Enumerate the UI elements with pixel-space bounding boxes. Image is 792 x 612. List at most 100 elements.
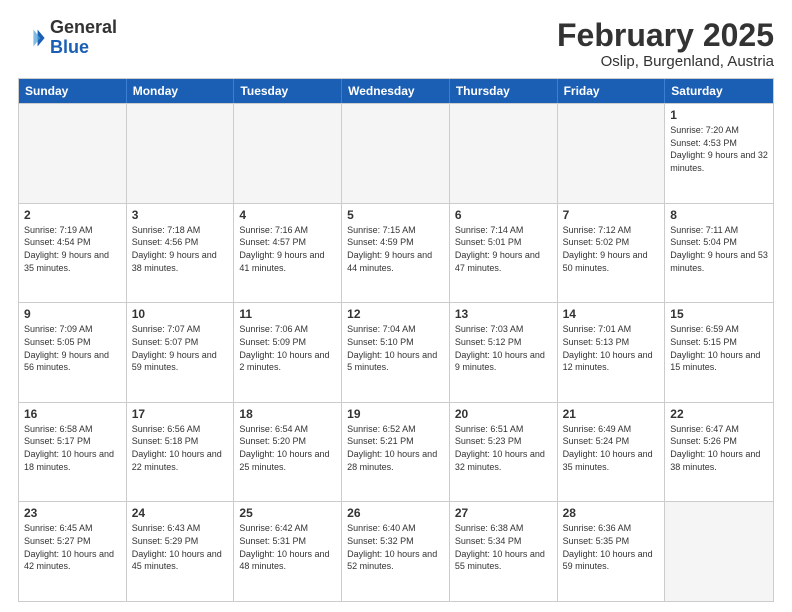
page: General Blue February 2025 Oslip, Burgen… <box>0 0 792 612</box>
day-number: 13 <box>455 307 552 321</box>
calendar-header: SundayMondayTuesdayWednesdayThursdayFrid… <box>19 79 773 103</box>
day-info: Sunrise: 7:12 AM Sunset: 5:02 PM Dayligh… <box>563 224 660 274</box>
day-number: 1 <box>670 108 768 122</box>
day-cell-17: 17 Sunrise: 6:56 AM Sunset: 5:18 PM Dayli… <box>127 403 235 502</box>
day-cell-20: 20 Sunrise: 6:51 AM Sunset: 5:23 PM Dayli… <box>450 403 558 502</box>
day-cell-1: 1Sunrise: 7:20 AM Sunset: 4:53 PM Daylig… <box>665 104 773 203</box>
day-info: Sunrise: 7:03 AM Sunset: 5:12 PM Dayligh… <box>455 323 552 373</box>
calendar-subtitle: Oslip, Burgenland, Austria <box>557 53 774 70</box>
empty-cell <box>665 502 773 601</box>
day-cell-9: 9 Sunrise: 7:09 AM Sunset: 5:05 PM Daylig… <box>19 303 127 402</box>
day-cell-14: 14Sunrise: 7:01 AM Sunset: 5:13 PM Dayli… <box>558 303 666 402</box>
day-info: Sunrise: 7:16 AM Sunset: 4:57 PM Dayligh… <box>239 224 336 274</box>
calendar: SundayMondayTuesdayWednesdayThursdayFrid… <box>18 78 774 602</box>
day-number: 2 <box>24 208 121 222</box>
week-row-2: 9 Sunrise: 7:09 AM Sunset: 5:05 PM Daylig… <box>19 302 773 402</box>
day-info: Sunrise: 7:15 AM Sunset: 4:59 PM Dayligh… <box>347 224 444 274</box>
day-cell-25: 25 Sunrise: 6:42 AM Sunset: 5:31 PM Dayli… <box>234 502 342 601</box>
day-info: Sunrise: 7:07 AM Sunset: 5:07 PM Dayligh… <box>132 323 229 373</box>
day-cell-18: 18 Sunrise: 6:54 AM Sunset: 5:20 PM Dayli… <box>234 403 342 502</box>
day-info: Sunrise: 6:51 AM Sunset: 5:23 PM Dayligh… <box>455 423 552 473</box>
day-info: Sunrise: 6:38 AM Sunset: 5:34 PM Dayligh… <box>455 522 552 572</box>
day-cell-12: 12 Sunrise: 7:04 AM Sunset: 5:10 PM Dayli… <box>342 303 450 402</box>
day-cell-23: 23 Sunrise: 6:45 AM Sunset: 5:27 PM Dayli… <box>19 502 127 601</box>
day-cell-13: 13 Sunrise: 7:03 AM Sunset: 5:12 PM Dayli… <box>450 303 558 402</box>
day-number: 11 <box>239 307 336 321</box>
day-cell-5: 5 Sunrise: 7:15 AM Sunset: 4:59 PM Daylig… <box>342 204 450 303</box>
day-cell-19: 19Sunrise: 6:52 AM Sunset: 5:21 PM Dayli… <box>342 403 450 502</box>
day-info: Sunrise: 6:56 AM Sunset: 5:18 PM Dayligh… <box>132 423 229 473</box>
day-info: Sunrise: 6:36 AM Sunset: 5:35 PM Dayligh… <box>563 522 660 572</box>
day-cell-2: 2 Sunrise: 7:19 AM Sunset: 4:54 PM Daylig… <box>19 204 127 303</box>
day-info: Sunrise: 6:43 AM Sunset: 5:29 PM Dayligh… <box>132 522 229 572</box>
day-number: 24 <box>132 506 229 520</box>
empty-cell <box>127 104 235 203</box>
day-info: Sunrise: 6:42 AM Sunset: 5:31 PM Dayligh… <box>239 522 336 572</box>
day-number: 16 <box>24 407 121 421</box>
logo: General Blue <box>18 18 117 58</box>
day-info: Sunrise: 6:47 AM Sunset: 5:26 PM Dayligh… <box>670 423 768 473</box>
empty-cell <box>342 104 450 203</box>
day-info: Sunrise: 7:04 AM Sunset: 5:10 PM Dayligh… <box>347 323 444 373</box>
day-cell-16: 16 Sunrise: 6:58 AM Sunset: 5:17 PM Dayli… <box>19 403 127 502</box>
day-info: Sunrise: 6:58 AM Sunset: 5:17 PM Dayligh… <box>24 423 121 473</box>
day-number: 20 <box>455 407 552 421</box>
header-day-monday: Monday <box>127 79 235 103</box>
day-info: Sunrise: 7:18 AM Sunset: 4:56 PM Dayligh… <box>132 224 229 274</box>
day-info: Sunrise: 6:40 AM Sunset: 5:32 PM Dayligh… <box>347 522 444 572</box>
logo-blue: Blue <box>50 37 89 57</box>
header-day-friday: Friday <box>558 79 666 103</box>
day-info: Sunrise: 6:52 AM Sunset: 5:21 PM Dayligh… <box>347 423 444 473</box>
day-cell-10: 10 Sunrise: 7:07 AM Sunset: 5:07 PM Dayli… <box>127 303 235 402</box>
day-number: 21 <box>563 407 660 421</box>
day-cell-28: 28Sunrise: 6:36 AM Sunset: 5:35 PM Dayli… <box>558 502 666 601</box>
day-info: Sunrise: 6:54 AM Sunset: 5:20 PM Dayligh… <box>239 423 336 473</box>
logo-general: General <box>50 17 117 37</box>
day-info: Sunrise: 7:06 AM Sunset: 5:09 PM Dayligh… <box>239 323 336 373</box>
day-cell-27: 27Sunrise: 6:38 AM Sunset: 5:34 PM Dayli… <box>450 502 558 601</box>
calendar-body: 1Sunrise: 7:20 AM Sunset: 4:53 PM Daylig… <box>19 103 773 601</box>
header-day-wednesday: Wednesday <box>342 79 450 103</box>
empty-cell <box>19 104 127 203</box>
day-number: 22 <box>670 407 768 421</box>
day-cell-4: 4Sunrise: 7:16 AM Sunset: 4:57 PM Daylig… <box>234 204 342 303</box>
day-cell-21: 21 Sunrise: 6:49 AM Sunset: 5:24 PM Dayli… <box>558 403 666 502</box>
header-day-sunday: Sunday <box>19 79 127 103</box>
day-number: 12 <box>347 307 444 321</box>
day-number: 9 <box>24 307 121 321</box>
week-row-0: 1Sunrise: 7:20 AM Sunset: 4:53 PM Daylig… <box>19 103 773 203</box>
day-info: Sunrise: 7:11 AM Sunset: 5:04 PM Dayligh… <box>670 224 768 274</box>
day-number: 6 <box>455 208 552 222</box>
day-number: 15 <box>670 307 768 321</box>
day-info: Sunrise: 6:59 AM Sunset: 5:15 PM Dayligh… <box>670 323 768 373</box>
day-cell-24: 24 Sunrise: 6:43 AM Sunset: 5:29 PM Dayli… <box>127 502 235 601</box>
day-number: 17 <box>132 407 229 421</box>
day-info: Sunrise: 6:45 AM Sunset: 5:27 PM Dayligh… <box>24 522 121 572</box>
day-number: 18 <box>239 407 336 421</box>
day-cell-11: 11 Sunrise: 7:06 AM Sunset: 5:09 PM Dayli… <box>234 303 342 402</box>
day-cell-7: 7Sunrise: 7:12 AM Sunset: 5:02 PM Daylig… <box>558 204 666 303</box>
empty-cell <box>558 104 666 203</box>
week-row-4: 23 Sunrise: 6:45 AM Sunset: 5:27 PM Dayli… <box>19 501 773 601</box>
week-row-3: 16 Sunrise: 6:58 AM Sunset: 5:17 PM Dayli… <box>19 402 773 502</box>
empty-cell <box>234 104 342 203</box>
day-cell-8: 8Sunrise: 7:11 AM Sunset: 5:04 PM Daylig… <box>665 204 773 303</box>
week-row-1: 2 Sunrise: 7:19 AM Sunset: 4:54 PM Daylig… <box>19 203 773 303</box>
day-info: Sunrise: 7:19 AM Sunset: 4:54 PM Dayligh… <box>24 224 121 274</box>
day-number: 5 <box>347 208 444 222</box>
header-day-saturday: Saturday <box>665 79 773 103</box>
day-info: Sunrise: 6:49 AM Sunset: 5:24 PM Dayligh… <box>563 423 660 473</box>
day-number: 25 <box>239 506 336 520</box>
header-day-tuesday: Tuesday <box>234 79 342 103</box>
empty-cell <box>450 104 558 203</box>
day-cell-22: 22 Sunrise: 6:47 AM Sunset: 5:26 PM Dayli… <box>665 403 773 502</box>
header: General Blue February 2025 Oslip, Burgen… <box>18 18 774 70</box>
day-info: Sunrise: 7:09 AM Sunset: 5:05 PM Dayligh… <box>24 323 121 373</box>
day-number: 23 <box>24 506 121 520</box>
day-cell-6: 6 Sunrise: 7:14 AM Sunset: 5:01 PM Daylig… <box>450 204 558 303</box>
day-cell-26: 26Sunrise: 6:40 AM Sunset: 5:32 PM Dayli… <box>342 502 450 601</box>
day-cell-15: 15 Sunrise: 6:59 AM Sunset: 5:15 PM Dayli… <box>665 303 773 402</box>
day-info: Sunrise: 7:01 AM Sunset: 5:13 PM Dayligh… <box>563 323 660 373</box>
day-number: 10 <box>132 307 229 321</box>
day-info: Sunrise: 7:14 AM Sunset: 5:01 PM Dayligh… <box>455 224 552 274</box>
